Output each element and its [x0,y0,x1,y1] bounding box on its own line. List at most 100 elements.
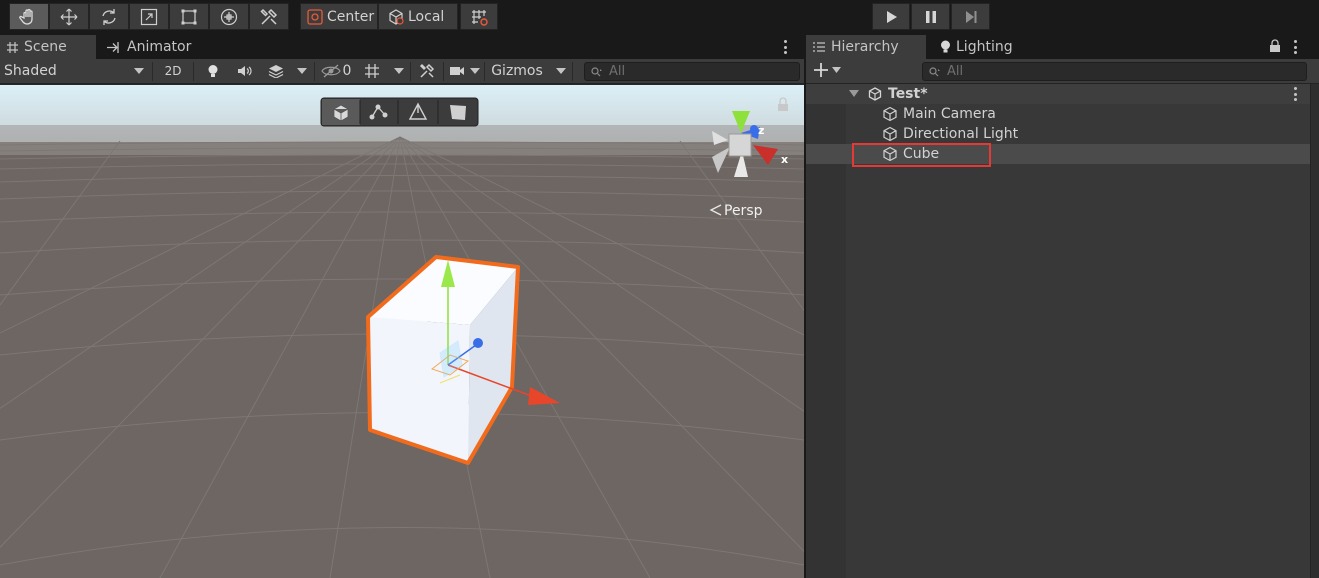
unity-scene-icon [868,87,882,101]
chevron-down-icon [134,68,144,74]
rect-icon [181,9,197,24]
hierarchy-search-input[interactable]: All [922,62,1307,81]
scene-toolbar: Shaded 2D 0 Gizmos All [0,59,804,84]
cube-icon [333,104,349,122]
hierarchy-options-menu[interactable] [1294,40,1298,54]
pivot-rotation-button[interactable]: Local [378,3,458,30]
main-toolbar: Center Local [0,0,1319,34]
grid-toggle[interactable] [358,59,386,83]
plane-icon [450,105,466,120]
camera-settings-button[interactable] [446,59,468,83]
scene-search-placeholder: All [609,64,626,79]
scene-viewport[interactable]: z x Persp [0,85,804,578]
tab-scene[interactable]: Scene [0,35,96,59]
rotate-tool-button[interactable] [89,3,129,30]
rotate-icon [102,8,116,25]
search-icon [929,66,940,76]
hierarchy-panel: Hierarchy Lighting All Test* Main Camera… [806,35,1319,578]
tools-icon [419,63,435,78]
hand-icon [19,8,33,25]
tab-hierarchy-label: Hierarchy [831,39,899,55]
play-button[interactable] [872,3,910,30]
scene-visibility-toggle[interactable]: 0 [318,59,354,83]
move-tool-button[interactable] [49,3,89,30]
scale-tool-button[interactable] [129,3,169,30]
gizmos-dropdown[interactable] [552,59,570,83]
eye-hidden-icon [320,64,341,78]
pause-button[interactable] [911,3,950,30]
create-button[interactable] [814,63,841,77]
grid-snap-icon [472,9,488,26]
scene-tabbar: Scene Animator [0,35,804,59]
pause-icon [925,10,936,23]
grid-snap-button[interactable] [460,3,498,30]
pivot-center-icon [307,8,323,25]
gameobject-icon [882,106,898,122]
layers-icon [268,65,284,78]
step-button[interactable] [951,3,990,30]
hierarchy-item-directional-light[interactable]: Directional Light [806,124,1310,144]
2d-mode-button[interactable]: 2D [156,59,190,83]
local-cube-icon [389,8,404,25]
tab-lighting[interactable]: Lighting [934,35,1044,59]
component-tools-button[interactable] [413,59,441,83]
projection-label: Persp [724,203,763,219]
lighting-toggle[interactable] [198,59,228,83]
rect-tool-button[interactable] [169,3,209,30]
effects-dropdown[interactable] [292,59,312,83]
pivot-mode-button[interactable]: Center [300,3,378,30]
scene-name-label: Test* [888,86,928,102]
tab-lighting-label: Lighting [956,39,1013,55]
pivot-mode-label: Center [327,8,375,25]
gizmos-label: Gizmos [491,63,543,79]
plus-icon [814,63,828,77]
tab-animator[interactable]: Animator [100,35,210,59]
chevron-down-icon [297,68,307,74]
draw-mode-label: Shaded [4,63,57,79]
chevron-down-icon [832,67,841,73]
gizmo-z-label: z [758,124,764,137]
effects-toggle[interactable] [262,59,290,83]
foldout-arrow-icon [849,90,859,97]
hierarchy-item-label: Main Camera [903,106,996,122]
step-icon [965,10,976,23]
scene-root-row[interactable]: Test* [806,84,1310,104]
grid-icon [365,64,379,78]
draw-mode-dropdown[interactable]: Shaded [0,59,150,83]
hierarchy-item-main-camera[interactable]: Main Camera [806,104,1310,124]
2d-mode-label: 2D [164,64,182,78]
gizmos-button[interactable]: Gizmos [486,59,548,83]
annotation-highlight-box [852,143,991,167]
transform-tool-button[interactable] [209,3,249,30]
lightbulb-icon [940,40,951,54]
hidden-count: 0 [342,63,352,79]
panel-lock-icon[interactable] [1269,39,1281,56]
hand-tool-button[interactable] [9,3,49,30]
camera-dropdown[interactable] [468,59,482,83]
list-icon [812,41,826,53]
tab-scene-label: Scene [24,39,67,55]
audio-toggle[interactable] [230,59,260,83]
pivot-rotation-label: Local [408,8,445,25]
z-axis-cap-icon [473,338,483,348]
chevron-down-icon [556,68,566,74]
chevron-down-icon [394,68,404,74]
hierarchy-scrollbar[interactable] [1310,84,1319,578]
scale-icon [140,8,158,25]
scene-options-menu[interactable] [784,40,788,54]
grid-dropdown[interactable] [390,59,408,83]
transform-icon [220,8,238,25]
search-icon [591,66,602,76]
hierarchy-toolbar: All [806,59,1319,84]
scene-view-canvas: z x Persp [0,85,804,578]
animator-icon [106,41,122,54]
grid-icon [6,41,19,54]
chevron-down-icon [470,68,480,74]
custom-tools-button[interactable] [249,3,289,30]
gizmo-x-label: x [781,153,788,166]
hierarchy-tabbar: Hierarchy Lighting [806,35,1319,59]
tab-hierarchy[interactable]: Hierarchy [806,35,926,59]
scene-search-input[interactable]: All [584,62,800,81]
scene-row-options-menu[interactable] [1294,87,1298,101]
scene-view-mode-toolbar [320,97,479,127]
